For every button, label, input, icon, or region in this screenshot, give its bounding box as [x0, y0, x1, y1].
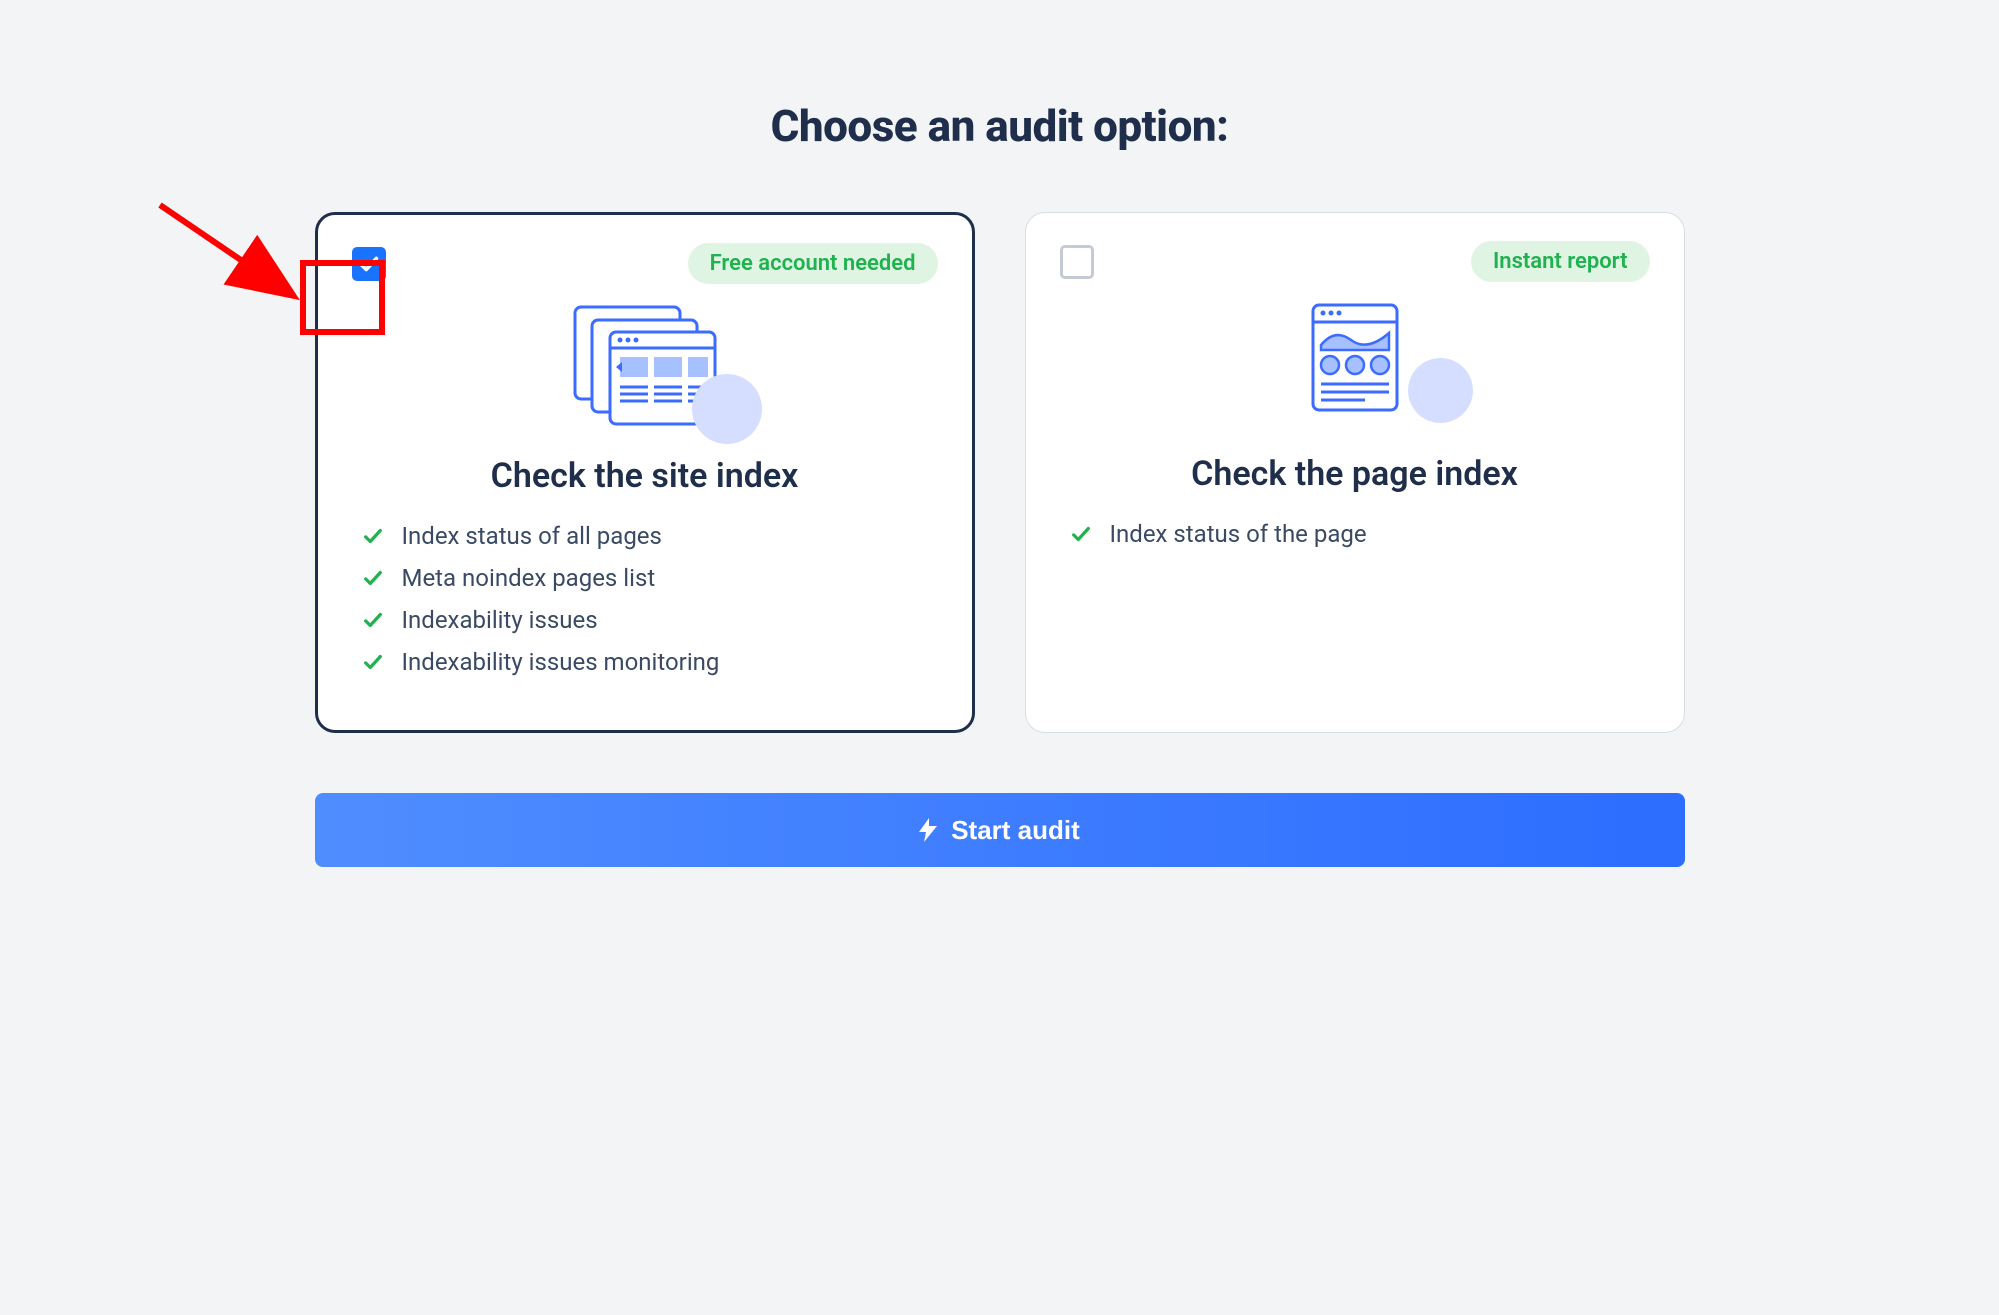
check-icon: [358, 253, 380, 275]
audit-cards-row: Free account needed: [315, 212, 1685, 733]
card-header: Free account needed: [352, 243, 938, 284]
check-icon: [362, 525, 384, 547]
card-title-site-index: Check the site index: [352, 456, 938, 496]
audit-option-container: Choose an audit option: Free account nee…: [0, 0, 1999, 867]
feature-item: Meta noindex pages list: [362, 564, 938, 592]
feature-label: Index status of all pages: [402, 522, 662, 550]
feature-label: Indexability issues monitoring: [402, 648, 720, 676]
feature-list-site-index: Index status of all pages Meta noindex p…: [352, 522, 938, 676]
site-index-illustration: [352, 302, 938, 432]
badge-free-account: Free account needed: [688, 243, 938, 284]
checkbox-site-index[interactable]: [352, 247, 386, 281]
page-icon: [1305, 300, 1405, 415]
feature-item: Indexability issues: [362, 606, 938, 634]
page-index-illustration: [1060, 300, 1650, 430]
audit-card-site-index[interactable]: Free account needed: [315, 212, 975, 733]
card-header: Instant report: [1060, 241, 1650, 282]
feature-label: Meta noindex pages list: [402, 564, 656, 592]
audit-card-page-index[interactable]: Instant report Check the page inde: [1025, 212, 1685, 733]
card-title-page-index: Check the page index: [1060, 454, 1650, 494]
check-icon: [1070, 523, 1092, 545]
check-icon: [362, 609, 384, 631]
feature-label: Index status of the page: [1110, 520, 1367, 548]
check-icon: [362, 651, 384, 673]
check-icon: [362, 567, 384, 589]
feature-item: Index status of all pages: [362, 522, 938, 550]
start-audit-label: Start audit: [951, 815, 1080, 846]
feature-item: Indexability issues monitoring: [362, 648, 938, 676]
start-audit-button[interactable]: Start audit: [315, 793, 1685, 867]
feature-list-page-index: Index status of the page: [1060, 520, 1650, 548]
checkbox-page-index[interactable]: [1060, 245, 1094, 279]
badge-instant-report: Instant report: [1471, 241, 1650, 282]
feature-label: Indexability issues: [402, 606, 598, 634]
feature-item: Index status of the page: [1070, 520, 1650, 548]
lightning-icon: [919, 818, 937, 842]
page-title: Choose an audit option:: [771, 100, 1229, 152]
